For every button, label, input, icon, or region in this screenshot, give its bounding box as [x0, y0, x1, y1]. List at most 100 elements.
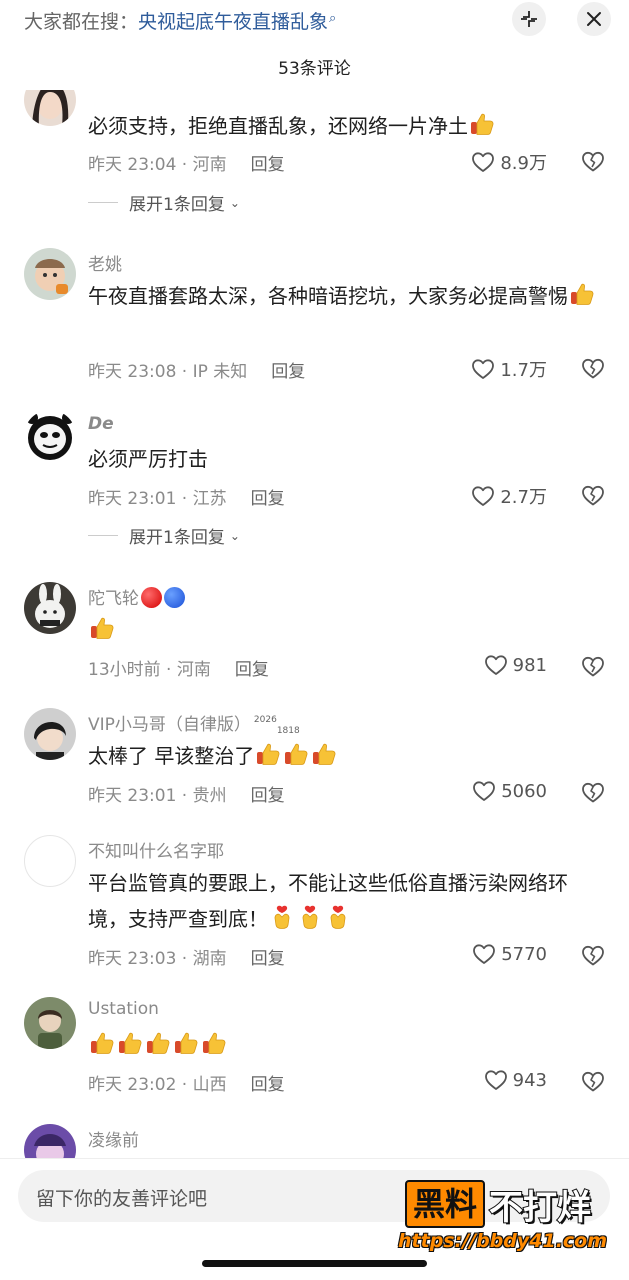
comment-text: 必须严厉打击	[88, 447, 208, 471]
watermark-logo: 黑料 不打烊 https://bbdy41.com	[398, 1180, 612, 1262]
username-text: VIP小马哥（自律版）	[88, 715, 251, 735]
reply-button[interactable]: 回复	[251, 155, 285, 175]
thumbs-up-emoji	[173, 1030, 199, 1056]
heart-icon	[471, 151, 495, 173]
watermark-brand-box: 黑料	[405, 1180, 486, 1228]
chevron-down-icon: ⌄	[229, 195, 240, 210]
finger-heart-emoji	[325, 904, 351, 930]
thumbs-up-emoji	[283, 741, 309, 767]
avatar[interactable]	[24, 410, 76, 462]
broken-heart-icon[interactable]	[580, 1069, 606, 1093]
collapse-button[interactable]	[512, 2, 546, 36]
comment-text	[88, 612, 603, 648]
heart-icon	[472, 780, 496, 802]
comment-count: 53条评论	[278, 59, 351, 79]
username[interactable]: Ustation	[88, 999, 159, 1019]
username[interactable]: 凌缘前	[88, 1126, 139, 1151]
search-suggestion[interactable]: 大家都在搜：央视起底午夜直播乱象⌕	[24, 6, 336, 35]
username[interactable]: VIP小马哥（自律版） 20261818	[88, 710, 300, 736]
avatar[interactable]	[24, 582, 76, 634]
avatar[interactable]	[24, 997, 76, 1049]
expand-replies-button[interactable]: 展开1条回复 ⌄	[88, 523, 240, 548]
comment-time-location: 昨天 23:08 · IP 未知	[88, 362, 248, 382]
heart-icon	[484, 1069, 508, 1091]
comment-text: 必须支持，拒绝直播乱象，还网络一片净土	[88, 108, 603, 144]
like-button[interactable]: 943	[484, 1069, 547, 1091]
broken-heart-icon[interactable]	[580, 149, 606, 173]
divider	[88, 535, 118, 536]
heart-icon	[471, 358, 495, 380]
like-count: 8.9万	[500, 153, 547, 174]
heart-icon	[472, 943, 496, 965]
red-dot-emoji	[141, 587, 162, 608]
avatar[interactable]	[24, 708, 76, 760]
thumbs-up-emoji	[89, 1030, 115, 1056]
thumbs-up-emoji	[89, 615, 115, 641]
expand-replies-label: 展开1条回复	[129, 528, 225, 548]
user-badge-year: 2026	[253, 715, 277, 725]
like-button[interactable]: 1.7万	[471, 356, 547, 382]
like-count: 943	[512, 1069, 547, 1091]
reply-button[interactable]: 回复	[251, 786, 285, 806]
broken-heart-icon[interactable]	[580, 356, 606, 380]
comment-meta: 昨天 23:02 · 山西 回复	[88, 1070, 285, 1095]
comment-text: 平台监管真的要跟上，不能让这些低俗直播污染网络环境，支持严查到底！	[88, 871, 568, 931]
search-suggestion-prefix: 大家都在搜：	[24, 11, 139, 33]
like-button[interactable]: 981	[484, 654, 547, 676]
comment-time-location: 昨天 23:04 · 河南	[88, 155, 227, 175]
username[interactable]: 不知叫什么名字耶	[88, 837, 224, 862]
broken-heart-icon[interactable]	[580, 483, 606, 507]
divider	[88, 202, 118, 203]
comment-time-location: 昨天 23:01 · 贵州	[88, 786, 227, 806]
comment-meta: 昨天 23:01 · 贵州 回复	[88, 781, 285, 806]
comment-meta: 13小时前 · 河南 回复	[88, 655, 269, 680]
like-button[interactable]: 5060	[472, 780, 547, 802]
like-button[interactable]: 2.7万	[471, 483, 547, 509]
avatar[interactable]	[24, 835, 76, 887]
username-text: 陀飞轮	[88, 589, 139, 609]
collapse-icon	[521, 11, 537, 27]
thumbs-up-emoji	[201, 1030, 227, 1056]
watermark-brand: 黑料 不打烊	[405, 1180, 592, 1229]
search-icon: ⌕	[329, 11, 337, 26]
comment-text: 午夜直播套路太深，各种暗语挖坑，大家务必提高警惕	[88, 278, 603, 314]
comment-meta: 昨天 23:04 · 河南 回复	[88, 150, 285, 175]
like-count: 1.7万	[500, 360, 547, 381]
like-count: 981	[512, 654, 547, 676]
close-button[interactable]	[577, 2, 611, 36]
user-badge-number: 1818	[276, 726, 300, 736]
thumbs-up-emoji	[255, 741, 281, 767]
comment-time-location: 昨天 23:02 · 山西	[88, 1075, 227, 1095]
thumbs-up-emoji	[117, 1030, 143, 1056]
broken-heart-icon[interactable]	[580, 654, 606, 678]
like-button[interactable]: 8.9万	[471, 149, 547, 175]
like-count: 5060	[501, 780, 547, 802]
watermark-url: https://bbdy41.com	[398, 1230, 608, 1252]
finger-heart-emoji	[269, 904, 295, 930]
avatar[interactable]	[24, 248, 76, 300]
broken-heart-icon[interactable]	[580, 943, 606, 967]
like-button[interactable]: 5770	[472, 943, 547, 965]
expand-replies-button[interactable]: 展开1条回复 ⌄	[88, 190, 240, 215]
comment-meta: 昨天 23:03 · 湖南 回复	[88, 944, 285, 969]
reply-button[interactable]: 回复	[251, 949, 285, 969]
username[interactable]: 陀飞轮	[88, 584, 185, 609]
finger-heart-emoji	[297, 904, 323, 930]
thumbs-up-emoji	[469, 111, 495, 137]
home-indicator	[202, 1260, 427, 1267]
reply-button[interactable]: 回复	[235, 660, 269, 680]
reply-button[interactable]: 回复	[271, 362, 305, 382]
username[interactable]: De	[88, 414, 114, 434]
comment-time-location: 昨天 23:03 · 湖南	[88, 949, 227, 969]
broken-heart-icon[interactable]	[580, 780, 606, 804]
comment-meta: 昨天 23:01 · 江苏 回复	[88, 484, 285, 509]
reply-button[interactable]: 回复	[251, 489, 285, 509]
reply-button[interactable]: 回复	[251, 1075, 285, 1095]
comments-header: 大家都在搜：央视起底午夜直播乱象⌕ 53条评论	[0, 0, 629, 90]
comment-text: 太棒了 早该整治了	[88, 738, 603, 774]
username[interactable]: 老姚	[88, 250, 122, 275]
expand-replies-label: 展开1条回复	[129, 195, 225, 215]
comment-input-placeholder: 留下你的友善评论吧	[36, 1188, 208, 1210]
blue-dot-emoji	[164, 587, 185, 608]
search-suggestion-keyword[interactable]: 央视起底午夜直播乱象	[138, 11, 328, 33]
